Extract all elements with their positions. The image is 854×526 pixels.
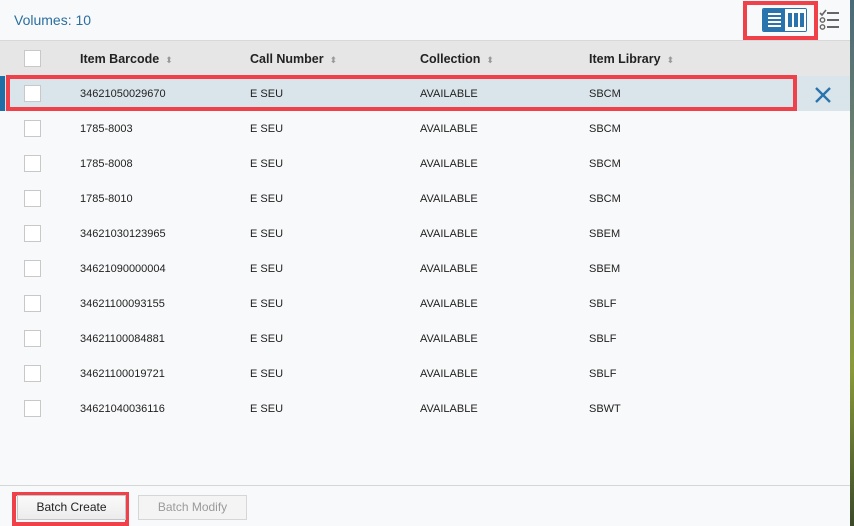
row-checkbox[interactable] [24, 190, 41, 207]
view-toggle[interactable] [762, 8, 807, 32]
cell-item-library: SBEM [589, 263, 621, 275]
cell-collection: AVAILABLE [420, 368, 478, 380]
cell-item-barcode: 34621030123965 [80, 228, 166, 240]
table-row[interactable]: 34621040036116 E SEU AVAILABLE SBWT [0, 391, 850, 426]
list-view-icon[interactable] [763, 9, 785, 31]
cell-item-barcode: 1785-8008 [80, 158, 133, 170]
row-checkbox[interactable] [24, 295, 41, 312]
cell-call-number: E SEU [250, 263, 284, 275]
table-row[interactable]: 34621100084881 E SEU AVAILABLE SBLF [0, 321, 850, 356]
cell-item-library: SBCM [589, 158, 621, 170]
cell-call-number: E SEU [250, 368, 284, 380]
cell-item-library: SBWT [589, 403, 621, 415]
cell-item-barcode: 34621100019721 [80, 368, 165, 380]
table-row[interactable]: 34621090000004 E SEU AVAILABLE SBEM [0, 251, 850, 286]
cell-collection: AVAILABLE [420, 263, 478, 275]
sort-icon[interactable]: ⬍ [667, 55, 675, 65]
cell-call-number: E SEU [250, 158, 284, 170]
selected-row-indicator [0, 76, 5, 111]
cell-collection: AVAILABLE [420, 123, 478, 135]
cell-item-barcode: 34621100093155 [80, 298, 165, 310]
cell-call-number: E SEU [250, 333, 284, 345]
column-settings-icon[interactable] [818, 8, 840, 32]
cell-collection: AVAILABLE [420, 193, 478, 205]
table-row[interactable]: 34621100093155 E SEU AVAILABLE SBLF [0, 286, 850, 321]
cell-item-library: SBCM [589, 193, 621, 205]
volumes-count: Volumes: 10 [14, 12, 92, 28]
table-row[interactable]: 34621030123965 E SEU AVAILABLE SBEM [0, 216, 850, 251]
footer-divider [0, 485, 850, 486]
column-header-item-barcode[interactable]: Item Barcode ⬍ [80, 52, 173, 66]
cell-item-library: SBLF [589, 298, 617, 310]
cell-collection: AVAILABLE [420, 403, 478, 415]
cell-item-library: SBLF [589, 368, 617, 380]
table-row[interactable]: 1785-8010 E SEU AVAILABLE SBCM [0, 181, 850, 216]
row-checkbox[interactable] [24, 155, 41, 172]
column-header-item-library[interactable]: Item Library ⬍ [589, 52, 674, 66]
sort-icon[interactable]: ⬍ [165, 55, 173, 65]
cell-call-number: E SEU [250, 403, 284, 415]
cell-call-number: E SEU [250, 123, 284, 135]
cell-item-barcode: 34621100084881 [80, 333, 165, 345]
columns-view-icon[interactable] [785, 9, 806, 31]
cell-call-number: E SEU [250, 228, 284, 240]
cell-item-library: SBEM [589, 228, 621, 240]
batch-create-button[interactable]: Batch Create [17, 495, 126, 520]
cell-item-library: SBLF [589, 333, 617, 345]
volumes-panel: Volumes: 10 Item Barcode ⬍ Call Number ⬍ C… [0, 0, 850, 526]
sort-icon[interactable]: ⬍ [330, 55, 338, 65]
row-checkbox[interactable] [24, 120, 41, 137]
close-icon[interactable] [812, 84, 834, 106]
batch-modify-button[interactable]: Batch Modify [138, 495, 247, 520]
row-checkbox[interactable] [24, 225, 41, 242]
cell-call-number: E SEU [250, 193, 284, 205]
cell-item-library: SBCM [589, 123, 621, 135]
window-edge [850, 0, 854, 526]
row-checkbox[interactable] [24, 330, 41, 347]
table-row[interactable]: 1785-8003 E SEU AVAILABLE SBCM [0, 111, 850, 146]
cell-item-barcode: 34621040036116 [80, 403, 165, 415]
row-checkbox[interactable] [24, 365, 41, 382]
select-all-checkbox[interactable] [24, 50, 41, 67]
cell-collection: AVAILABLE [420, 228, 478, 240]
column-header-collection[interactable]: Collection ⬍ [420, 52, 494, 66]
cell-item-barcode: 1785-8010 [80, 193, 133, 205]
cell-collection: AVAILABLE [420, 158, 478, 170]
cell-item-barcode: 34621090000004 [80, 263, 166, 275]
toolbar: Volumes: 10 [0, 0, 850, 40]
highlight-outline-selected-row [6, 75, 797, 111]
table-row[interactable]: 34621100019721 E SEU AVAILABLE SBLF [0, 356, 850, 391]
row-checkbox[interactable] [24, 260, 41, 277]
cell-item-barcode: 1785-8003 [80, 123, 133, 135]
sort-icon[interactable]: ⬍ [486, 55, 494, 65]
column-header-call-number[interactable]: Call Number ⬍ [250, 52, 337, 66]
row-checkbox[interactable] [24, 400, 41, 417]
table-header: Item Barcode ⬍ Call Number ⬍ Collection ⬍ I… [0, 40, 850, 76]
table-row[interactable]: 1785-8008 E SEU AVAILABLE SBCM [0, 146, 850, 181]
cell-collection: AVAILABLE [420, 298, 478, 310]
cell-collection: AVAILABLE [420, 333, 478, 345]
cell-call-number: E SEU [250, 298, 284, 310]
